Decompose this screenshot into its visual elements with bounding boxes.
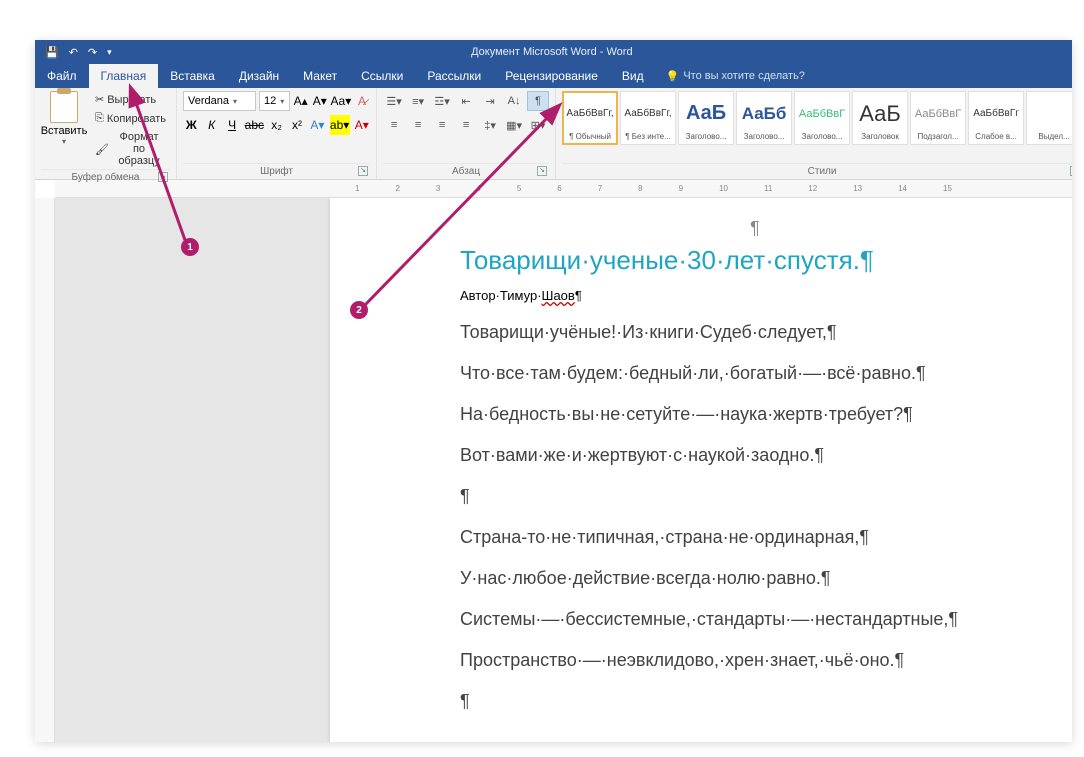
annotation-badge-2: 2 xyxy=(350,301,368,319)
style-name: ¶ Обычный xyxy=(565,132,615,141)
font-group-label: Шрифт xyxy=(260,166,293,177)
annotation-number: 1 xyxy=(181,238,199,256)
group-styles: АаБбВвГг,¶ ОбычныйАаБбВвГг,¶ Без инте...… xyxy=(556,88,1072,179)
app-title: Документ Microsoft Word - Word xyxy=(112,46,992,58)
document-line[interactable]: У·нас·любое·действие·всегда·нолю·равно.¶ xyxy=(460,568,1050,589)
style-item[interactable]: АаБбВвГПодзагол... xyxy=(910,91,966,145)
strikethrough-button[interactable]: abc xyxy=(244,115,264,135)
tell-me-text: Что вы хотите сделать? xyxy=(683,70,805,82)
redo-icon[interactable]: ↷ xyxy=(88,46,97,59)
annotation-arrow-2 xyxy=(355,105,565,315)
style-item[interactable]: АаБбВвГг,¶ Обычный xyxy=(562,91,618,145)
annotation-arrow-1 xyxy=(125,90,215,250)
tab-design[interactable]: Дизайн xyxy=(227,64,291,88)
tab-layout[interactable]: Макет xyxy=(291,64,349,88)
style-item[interactable]: АаБбВвГгСлабое в... xyxy=(968,91,1024,145)
document-line[interactable]: ¶ xyxy=(460,691,1050,712)
title-bar: 💾 ↶ ↷ ▾ Документ Microsoft Word - Word xyxy=(35,40,1072,64)
highlight-button[interactable]: ab▾ xyxy=(330,115,350,135)
style-sample: АаБ xyxy=(686,95,726,132)
tab-mailings[interactable]: Рассылки xyxy=(415,64,493,88)
annotation-number: 2 xyxy=(350,301,368,319)
scissors-icon: ✂ xyxy=(95,93,104,106)
document-line[interactable]: Вот·вами·же·и·жертвуют·с·наукой·заодно.¶ xyxy=(460,445,1050,466)
brush-icon: 🖌 xyxy=(95,143,109,156)
subscript-button[interactable]: x₂ xyxy=(268,115,284,135)
style-item[interactable]: АаБбЗаголово... xyxy=(736,91,792,145)
document-line[interactable]: Что·все·там·будем:·бедный·ли,·богатый·—·… xyxy=(460,363,1050,384)
style-item[interactable]: АаБбВвГЗаголово... xyxy=(794,91,850,145)
text-effects-button[interactable]: A▾ xyxy=(309,115,325,135)
tab-home[interactable]: Главная xyxy=(89,64,159,88)
document-line[interactable]: Товарищи·учёные!·Из·книги·Судеб·следует,… xyxy=(460,322,1050,343)
dialog-launcher-icon[interactable]: ↘ xyxy=(1070,166,1072,176)
shrink-font-button[interactable]: A▾ xyxy=(312,91,328,111)
style-sample: АаБбВвГг, xyxy=(566,95,613,132)
styles-group-label: Стили xyxy=(808,166,837,177)
paste-label: Вставить xyxy=(41,125,88,137)
vertical-ruler[interactable] xyxy=(35,198,55,742)
document-line[interactable]: Страна-то·не·типичная,·страна·не·ординар… xyxy=(460,527,1050,548)
style-name: Слабое в... xyxy=(971,132,1021,141)
underline-button[interactable]: Ч xyxy=(224,115,240,135)
style-sample: АаБбВвГг xyxy=(973,95,1019,132)
style-item[interactable]: АаБбВвГг,¶ Без инте... xyxy=(620,91,676,145)
style-item[interactable]: АаБЗаголово... xyxy=(678,91,734,145)
style-name: Заголовок xyxy=(855,132,905,141)
style-name: Заголово... xyxy=(797,132,847,141)
tab-file[interactable]: Файл xyxy=(35,64,89,88)
grow-font-button[interactable]: A▴ xyxy=(293,91,309,111)
annotation-badge-1: 1 xyxy=(181,238,199,256)
style-name: Заголово... xyxy=(739,132,789,141)
document-line[interactable]: Системы·—·бессистемные,·стандарты·—·нест… xyxy=(460,609,1050,630)
paste-button[interactable]: Вставить ▾ xyxy=(41,91,87,169)
undo-icon[interactable]: ↶ xyxy=(69,46,78,59)
style-sample: АаБбВвГ xyxy=(799,95,845,132)
superscript-button[interactable]: x² xyxy=(289,115,305,135)
style-sample: АаБ xyxy=(859,95,901,132)
copy-icon: ⎘ xyxy=(95,112,104,125)
font-size-combo[interactable]: 12▾ xyxy=(259,91,289,111)
lightbulb-icon: 💡 xyxy=(666,70,680,83)
paragraph-mark: ¶ xyxy=(575,288,582,303)
style-sample: АаБбВвГ xyxy=(915,95,961,132)
document-line[interactable]: Пространство·—·неэвклидово,·хрен·знает,·… xyxy=(460,650,1050,671)
style-item[interactable]: Выдел... xyxy=(1026,91,1072,145)
change-case-button[interactable]: Aa▾ xyxy=(331,91,351,111)
tab-insert[interactable]: Вставка xyxy=(158,64,227,88)
tab-references[interactable]: Ссылки xyxy=(349,64,415,88)
style-name: Подзагол... xyxy=(913,132,963,141)
style-item[interactable]: АаБЗаголовок xyxy=(852,91,908,145)
clipboard-icon xyxy=(50,91,78,123)
font-size-value: 12 xyxy=(264,95,276,107)
save-icon[interactable]: 💾 xyxy=(45,46,59,59)
document-line[interactable]: На·бедность·вы·не·сетуйте·—·наука·жертв·… xyxy=(460,404,1050,425)
tab-view[interactable]: Вид xyxy=(610,64,656,88)
style-name: Выдел... xyxy=(1029,132,1072,141)
style-sample: АаБб xyxy=(742,95,787,132)
tab-review[interactable]: Рецензирование xyxy=(493,64,610,88)
style-sample: АаБбВвГг, xyxy=(624,95,671,132)
ribbon-tabs: Файл Главная Вставка Дизайн Макет Ссылки… xyxy=(35,64,1072,88)
style-name: Заголово... xyxy=(681,132,731,141)
tell-me[interactable]: 💡 Что вы хотите сделать? xyxy=(656,64,805,88)
document-line[interactable]: ¶ xyxy=(460,486,1050,507)
style-name: ¶ Без инте... xyxy=(623,132,673,141)
